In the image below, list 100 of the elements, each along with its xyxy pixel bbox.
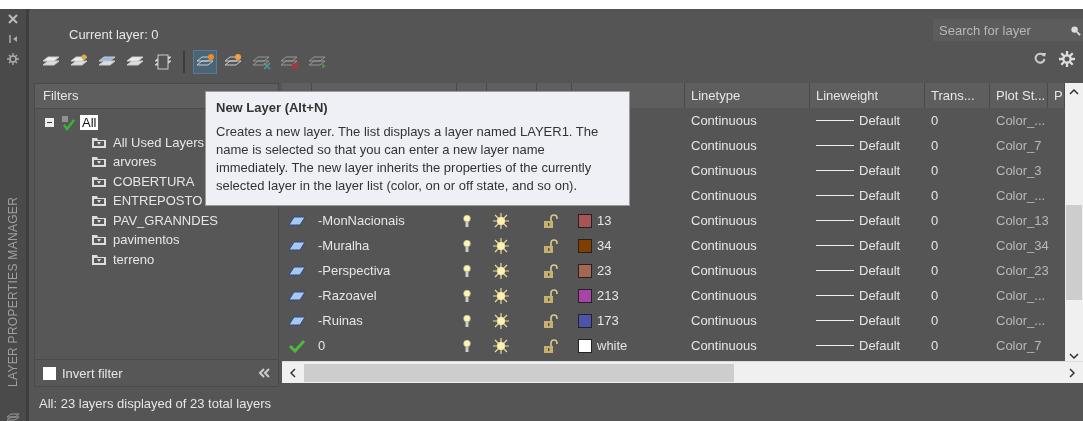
linetype-cell[interactable]: Continuous xyxy=(691,113,757,128)
color-name[interactable]: 173 xyxy=(597,313,619,328)
color-swatch[interactable] xyxy=(578,338,592,353)
transparency-cell[interactable]: 0 xyxy=(931,288,939,303)
auto-hide-icon[interactable] xyxy=(7,33,19,45)
transparency-cell[interactable]: 0 xyxy=(931,213,939,228)
unlocked-icon[interactable] xyxy=(543,263,559,278)
refresh-icon[interactable] xyxy=(1033,51,1047,65)
linetype-cell[interactable]: Continuous xyxy=(691,188,757,203)
bulb-on-icon[interactable] xyxy=(463,288,471,303)
color-swatch[interactable] xyxy=(578,213,592,228)
color-swatch[interactable] xyxy=(578,313,592,328)
lineweight-cell[interactable]: Default xyxy=(859,263,901,278)
linetype-cell[interactable]: Continuous xyxy=(691,238,757,253)
lineweight-cell[interactable]: Default xyxy=(859,288,901,303)
transparency-cell[interactable]: 0 xyxy=(931,138,939,153)
column-header[interactable]: Lineweight xyxy=(810,83,925,108)
color-swatch[interactable] xyxy=(578,238,592,253)
plot-style-cell: Color_... xyxy=(996,288,1046,303)
bulb-on-icon[interactable] xyxy=(463,338,471,353)
scrollbar-thumb[interactable] xyxy=(1066,205,1082,300)
lineweight-cell[interactable]: Default xyxy=(859,188,901,203)
column-header[interactable]: Trans... xyxy=(925,83,990,108)
current-layer-label: Current layer: 0 xyxy=(69,27,160,42)
transparency-cell[interactable]: 0 xyxy=(931,238,939,253)
tree-item[interactable]: COBERTURA xyxy=(111,173,197,189)
tree-item[interactable]: ENTREPOSTO xyxy=(111,193,205,209)
transparency-cell[interactable]: 0 xyxy=(931,263,939,278)
bulb-on-icon[interactable] xyxy=(463,238,471,253)
tree-item[interactable]: PAV_GRANNDES xyxy=(111,212,220,228)
invert-filter-checkbox[interactable] xyxy=(43,366,56,380)
horizontal-scrollbar[interactable] xyxy=(282,361,1083,383)
color-name[interactable]: 34 xyxy=(597,238,612,253)
linetype-cell[interactable]: Continuous xyxy=(691,338,757,353)
sun-icon[interactable] xyxy=(493,287,509,304)
linetype-cell[interactable]: Continuous xyxy=(691,213,757,228)
layer-name[interactable]: -Ruinas xyxy=(318,313,363,328)
transparency-cell[interactable]: 0 xyxy=(931,338,939,353)
search-icon[interactable] xyxy=(1070,24,1081,36)
bulb-on-icon[interactable] xyxy=(463,213,471,228)
folder-icon xyxy=(91,174,107,188)
tree-item[interactable]: All xyxy=(80,115,99,131)
sun-icon[interactable] xyxy=(493,237,509,254)
column-header[interactable]: Plot St... xyxy=(990,83,1048,108)
linetype-cell[interactable]: Continuous xyxy=(691,313,757,328)
tree-item[interactable]: arvores xyxy=(111,154,159,170)
unlocked-icon[interactable] xyxy=(543,213,559,228)
collapse-icon[interactable] xyxy=(45,118,54,128)
transparency-cell[interactable]: 0 xyxy=(931,313,939,328)
linetype-cell[interactable]: Continuous xyxy=(691,288,757,303)
scroll-right-icon[interactable] xyxy=(1069,367,1075,378)
unlocked-icon[interactable] xyxy=(543,288,559,303)
lineweight-cell[interactable]: Default xyxy=(859,213,901,228)
sun-icon[interactable] xyxy=(493,337,509,354)
tree-item[interactable]: pavimentos xyxy=(111,232,182,248)
lineweight-cell[interactable]: Default xyxy=(859,138,901,153)
color-name[interactable]: 13 xyxy=(597,213,612,228)
settings-icon[interactable] xyxy=(7,53,19,65)
transparency-cell[interactable]: 0 xyxy=(931,163,939,178)
close-icon[interactable] xyxy=(7,13,19,25)
color-swatch[interactable] xyxy=(578,263,592,278)
tree-item[interactable]: terreno xyxy=(111,251,157,267)
folder-icon xyxy=(91,135,107,149)
unlocked-icon[interactable] xyxy=(543,338,559,353)
lineweight-cell[interactable]: Default xyxy=(859,338,901,353)
color-name[interactable]: white xyxy=(597,338,628,353)
sun-icon[interactable] xyxy=(493,262,509,279)
unlocked-icon[interactable] xyxy=(543,238,559,253)
scroll-left-icon[interactable] xyxy=(290,367,296,378)
layer-name[interactable]: -Razoavel xyxy=(318,288,377,303)
color-name[interactable]: 23 xyxy=(597,263,612,278)
color-swatch[interactable] xyxy=(578,288,592,303)
tree-item[interactable]: All Used Layers xyxy=(111,134,207,150)
sun-icon[interactable] xyxy=(493,212,509,229)
color-name[interactable]: 213 xyxy=(597,288,619,303)
column-header[interactable]: Linetype xyxy=(685,83,810,108)
transparency-cell[interactable]: 0 xyxy=(931,188,939,203)
unlocked-icon[interactable] xyxy=(543,313,559,328)
lineweight-cell[interactable]: Default xyxy=(859,238,901,253)
transparency-cell[interactable]: 0 xyxy=(931,113,939,128)
layer-name[interactable]: -Perspectiva xyxy=(318,263,391,278)
linetype-cell[interactable]: Continuous xyxy=(691,163,757,178)
plot-style-cell: Color_... xyxy=(996,113,1046,128)
bulb-on-icon[interactable] xyxy=(463,263,471,278)
layer-name[interactable]: 0 xyxy=(318,338,326,353)
layer-name[interactable]: -Muralha xyxy=(318,238,370,253)
layer-name[interactable]: -MonNacionais xyxy=(318,213,405,228)
linetype-cell[interactable]: Continuous xyxy=(691,138,757,153)
scrollbar-thumb[interactable] xyxy=(304,363,734,382)
sun-icon[interactable] xyxy=(493,312,509,329)
linetype-cell[interactable]: Continuous xyxy=(691,263,757,278)
collapse-panel-icon[interactable] xyxy=(258,368,270,378)
lineweight-cell[interactable]: Default xyxy=(859,113,901,128)
plot-style-cell: Color_13 xyxy=(996,213,1049,228)
lineweight-cell[interactable]: Default xyxy=(859,313,901,328)
search-field[interactable]: Search for layer xyxy=(933,19,1083,41)
scroll-up-icon[interactable] xyxy=(1069,89,1079,95)
scroll-down-icon[interactable] xyxy=(1069,353,1079,359)
lineweight-cell[interactable]: Default xyxy=(859,163,901,178)
bulb-on-icon[interactable] xyxy=(463,313,471,328)
